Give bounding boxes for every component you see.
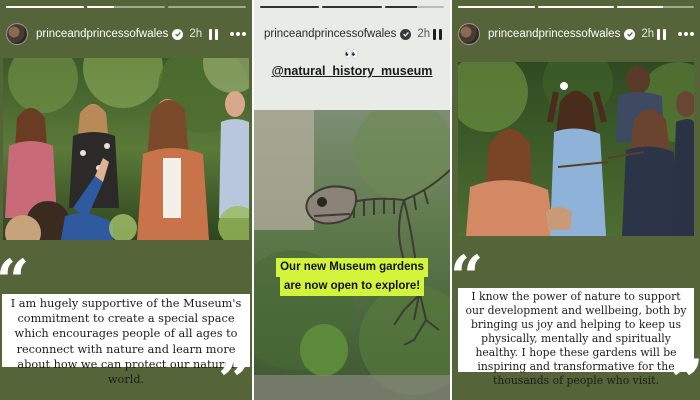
story-header: princeandprincessofwales 2h xyxy=(452,18,700,50)
timestamp: 2h xyxy=(189,28,203,40)
pause-icon[interactable] xyxy=(657,28,666,40)
story-photo xyxy=(458,62,694,236)
close-quote-mark: ” xyxy=(670,352,700,400)
pause-icon[interactable] xyxy=(433,28,442,40)
progress-segment xyxy=(87,6,165,8)
dinosaur-photo xyxy=(254,110,450,400)
mention-sticker[interactable]: @natural_history_museum xyxy=(254,64,450,78)
progress-segment xyxy=(322,6,382,8)
story-header: princeandprincessofwales 2h xyxy=(254,18,450,50)
progress-segment xyxy=(537,6,615,8)
username[interactable]: princeandprincessofwales xyxy=(264,28,396,40)
timestamp: 2h xyxy=(417,28,431,40)
story-progress-bar xyxy=(260,6,444,8)
progress-segment xyxy=(6,6,84,8)
username[interactable]: princeandprincessofwales xyxy=(36,28,168,40)
progress-segment xyxy=(458,6,535,8)
story-photo xyxy=(3,58,249,240)
avatar[interactable] xyxy=(458,23,480,45)
caption-highlight: Our new Museum gardens are now open to e… xyxy=(259,258,445,296)
verified-badge-icon xyxy=(172,28,184,40)
quote-text: I know the power of nature to support ou… xyxy=(458,288,694,387)
story-panel-3[interactable]: princeandprincessofwales 2h “ I know the… xyxy=(452,0,700,400)
mention-text[interactable]: @natural_history_museum xyxy=(272,64,433,78)
story-progress-bar xyxy=(458,6,695,8)
progress-segment xyxy=(384,6,444,8)
caption-line-2: are now open to explore! xyxy=(279,277,425,296)
close-quote-mark: ” xyxy=(218,347,252,400)
timestamp: 2h xyxy=(641,28,655,40)
verified-badge-icon xyxy=(624,28,636,40)
story-panel-2[interactable]: princeandprincessofwales 2h 👀 @natural_h… xyxy=(254,0,450,400)
more-options-icon[interactable] xyxy=(230,32,246,36)
avatar[interactable] xyxy=(6,23,28,45)
pause-icon[interactable] xyxy=(209,28,218,40)
story-panel-1[interactable]: princeandprincessofwales 2h I am hugely … xyxy=(0,0,252,400)
progress-segment xyxy=(260,6,320,8)
story-progress-bar xyxy=(6,6,246,8)
more-options-icon[interactable] xyxy=(678,32,694,36)
story-header: princeandprincessofwales 2h xyxy=(0,18,252,50)
quote-text: I am hugely supportive of the Museum's c… xyxy=(2,294,250,386)
progress-segment xyxy=(168,6,246,8)
progress-segment xyxy=(617,6,695,8)
verified-badge-icon xyxy=(400,28,412,40)
username[interactable]: princeandprincessofwales xyxy=(488,28,620,40)
caption-line-1: Our new Museum gardens xyxy=(276,258,428,277)
